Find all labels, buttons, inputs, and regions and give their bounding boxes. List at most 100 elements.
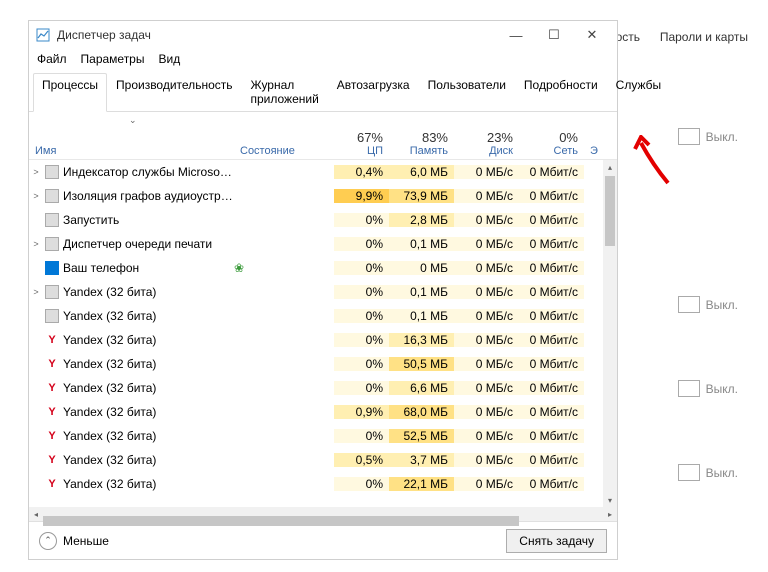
menu-view[interactable]: Вид	[158, 52, 180, 66]
close-button[interactable]: ✕	[573, 21, 611, 49]
bg-toggle-1[interactable]: Выкл.	[678, 128, 738, 145]
process-name: Yandex (32 бита)	[61, 285, 234, 299]
col-net[interactable]: 0%Сеть	[519, 128, 584, 159]
tab-services[interactable]: Службы	[607, 73, 670, 111]
table-row[interactable]: >Изоляция графов аудиоустро...9,9%73,9 М…	[29, 184, 603, 208]
mem-cell: 50,5 МБ	[389, 357, 454, 371]
table-row[interactable]: Ваш телефон❀0%0 МБ0 МБ/с0 Мбит/с	[29, 256, 603, 280]
tabstrip: Процессы Производительность Журнал прило…	[29, 69, 617, 112]
expand-toggle[interactable]: >	[29, 167, 43, 177]
checkbox-icon[interactable]	[678, 464, 700, 481]
cpu-cell: 0,4%	[334, 165, 389, 179]
table-row[interactable]: >Диспетчер очереди печати0%0,1 МБ0 МБ/с0…	[29, 232, 603, 256]
scroll-thumb-h[interactable]	[43, 516, 519, 526]
mem-cell: 22,1 МБ	[389, 477, 454, 491]
col-disk[interactable]: 23%Диск	[454, 128, 519, 159]
process-icon: Y	[43, 405, 61, 419]
titlebar[interactable]: Диспетчер задач — ☐ ✕	[29, 21, 617, 49]
table-row[interactable]: Yandex (32 бита)0%0,1 МБ0 МБ/с0 Мбит/с	[29, 304, 603, 328]
cpu-cell: 0%	[334, 477, 389, 491]
process-name: Yandex (32 бита)	[61, 405, 234, 419]
net-cell: 0 Мбит/с	[519, 261, 584, 275]
net-cell: 0 Мбит/с	[519, 405, 584, 419]
tab-details[interactable]: Подробности	[515, 73, 607, 111]
table-row[interactable]: >Индексатор службы Microsoft ...0,4%6,0 …	[29, 160, 603, 184]
process-list[interactable]: >Индексатор службы Microsoft ...0,4%6,0 …	[29, 160, 603, 507]
fewer-details-label: Меньше	[63, 534, 109, 548]
header-chevron[interactable]: ⌄	[29, 112, 617, 128]
scroll-thumb[interactable]	[605, 176, 615, 246]
disk-cell: 0 МБ/с	[454, 189, 519, 203]
table-row[interactable]: YYandex (32 бита)0%6,6 МБ0 МБ/с0 Мбит/с	[29, 376, 603, 400]
process-icon: Y	[43, 333, 61, 347]
col-state[interactable]: Состояние	[234, 143, 334, 159]
cpu-cell: 0%	[334, 213, 389, 227]
scroll-up-button[interactable]: ▴	[603, 160, 617, 174]
expand-toggle[interactable]: >	[29, 287, 43, 297]
process-name: Yandex (32 бита)	[61, 357, 234, 371]
tab-startup[interactable]: Автозагрузка	[328, 73, 419, 111]
cpu-cell: 0%	[334, 381, 389, 395]
disk-percent: 23%	[460, 130, 513, 145]
scroll-down-button[interactable]: ▾	[603, 493, 617, 507]
tab-processes[interactable]: Процессы	[33, 73, 107, 112]
checkbox-icon[interactable]	[678, 296, 700, 313]
process-icon	[43, 189, 61, 203]
menu-file[interactable]: Файл	[37, 52, 67, 66]
net-cell: 0 Мбит/с	[519, 189, 584, 203]
menu-options[interactable]: Параметры	[81, 52, 145, 66]
col-cpu[interactable]: 67%ЦП	[334, 128, 389, 159]
bg-toggle-4[interactable]: Выкл.	[678, 464, 738, 481]
process-name: Yandex (32 бита)	[61, 381, 234, 395]
disk-cell: 0 МБ/с	[454, 309, 519, 323]
table-row[interactable]: YYandex (32 бита)0%16,3 МБ0 МБ/с0 Мбит/с	[29, 328, 603, 352]
expand-toggle[interactable]: >	[29, 239, 43, 249]
maximize-button[interactable]: ☐	[535, 21, 573, 49]
process-name: Yandex (32 бита)	[61, 477, 234, 491]
mem-cell: 6,6 МБ	[389, 381, 454, 395]
net-cell: 0 Мбит/с	[519, 333, 584, 347]
process-state: ❀	[234, 261, 334, 275]
checkbox-icon[interactable]	[678, 128, 700, 145]
disk-cell: 0 МБ/с	[454, 237, 519, 251]
minimize-button[interactable]: —	[497, 21, 535, 49]
fewer-details-button[interactable]: ⌃ Меньше	[39, 532, 109, 550]
tab-users[interactable]: Пользователи	[419, 73, 515, 111]
table-row[interactable]: YYandex (32 бита)0,5%3,7 МБ0 МБ/с0 Мбит/…	[29, 448, 603, 472]
vertical-scrollbar[interactable]: ▴ ▾	[603, 160, 617, 507]
table-row[interactable]: YYandex (32 бита)0%50,5 МБ0 МБ/с0 Мбит/с	[29, 352, 603, 376]
bg-passwords-link[interactable]: Пароли и карты	[660, 30, 748, 44]
end-task-button[interactable]: Снять задачу	[506, 529, 607, 553]
bg-toggle-3[interactable]: Выкл.	[678, 380, 738, 397]
chevron-up-icon: ⌃	[39, 532, 57, 550]
mem-cell: 68,0 МБ	[389, 405, 454, 419]
table-row[interactable]: YYandex (32 бита)0,9%68,0 МБ0 МБ/с0 Мбит…	[29, 400, 603, 424]
horizontal-scrollbar[interactable]: ◂ ▸	[29, 507, 617, 521]
col-extra[interactable]: Э	[584, 143, 604, 159]
process-icon: Y	[43, 453, 61, 467]
process-icon: Y	[43, 429, 61, 443]
expand-toggle[interactable]: >	[29, 191, 43, 201]
col-mem[interactable]: 83%Память	[389, 128, 454, 159]
table-row[interactable]: YYandex (32 бита)0%52,5 МБ0 МБ/с0 Мбит/с	[29, 424, 603, 448]
cpu-label: ЦП	[340, 145, 383, 157]
mem-cell: 6,0 МБ	[389, 165, 454, 179]
annotation-arrow	[633, 135, 673, 185]
table-row[interactable]: >Yandex (32 бита)0%0,1 МБ0 МБ/с0 Мбит/с	[29, 280, 603, 304]
bg-toggle-2[interactable]: Выкл.	[678, 296, 738, 313]
tab-app-history[interactable]: Журнал приложений	[242, 73, 328, 111]
cpu-percent: 67%	[340, 130, 383, 145]
cpu-cell: 0%	[334, 309, 389, 323]
tab-performance[interactable]: Производительность	[107, 73, 241, 111]
cpu-cell: 0%	[334, 429, 389, 443]
scroll-left-button[interactable]: ◂	[29, 507, 43, 521]
table-row[interactable]: YYandex (32 бита)0%22,1 МБ0 МБ/с0 Мбит/с	[29, 472, 603, 496]
process-icon	[43, 285, 61, 299]
checkbox-icon[interactable]	[678, 380, 700, 397]
table-row[interactable]: Запустить0%2,8 МБ0 МБ/с0 Мбит/с	[29, 208, 603, 232]
process-icon	[43, 261, 61, 275]
col-name[interactable]: Имя	[29, 143, 234, 159]
scroll-right-button[interactable]: ▸	[603, 507, 617, 521]
toggle-label: Выкл.	[706, 130, 738, 144]
process-name: Запустить	[61, 213, 234, 227]
